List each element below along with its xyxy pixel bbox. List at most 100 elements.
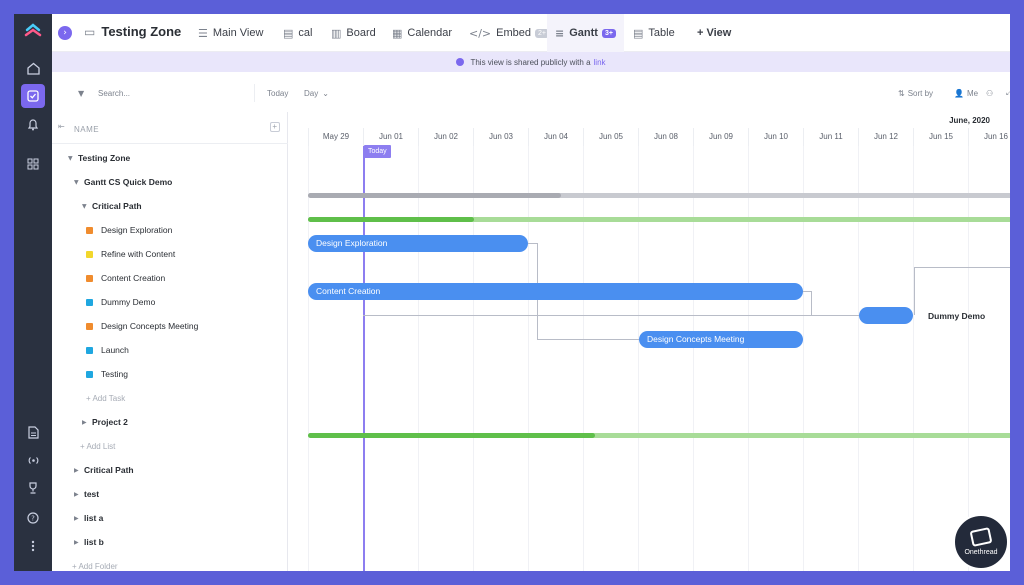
space-title[interactable]: ▭ Testing Zone xyxy=(84,24,181,39)
status-indicator[interactable] xyxy=(86,250,93,258)
shared-banner: This view is shared publicly with a link xyxy=(52,52,1010,72)
broadcast-icon[interactable] xyxy=(21,448,45,472)
grid-line xyxy=(638,146,639,571)
tasks-icon[interactable] xyxy=(21,84,45,108)
gantt-bar-content-creation[interactable]: Content Creation xyxy=(308,283,803,300)
share-link[interactable]: link xyxy=(594,58,606,67)
status-indicator[interactable] xyxy=(86,298,93,306)
caret-right-icon[interactable]: ▶ xyxy=(74,515,84,522)
name-column-header: ⇤ NAME + xyxy=(52,112,288,144)
list-row[interactable]: ▶ list b xyxy=(52,530,288,554)
tab-main-view[interactable]: ☰ Main View xyxy=(198,14,263,52)
gantt-toolbar: ▼ Search... Today Day ⌄ ⇅ Sort by 👤 Me ⚇… xyxy=(52,72,1010,112)
status-indicator[interactable] xyxy=(86,226,93,234)
fullscreen-button[interactable]: ⤢ xyxy=(1006,84,1010,102)
task-row[interactable]: Dummy Demo xyxy=(52,290,288,314)
assignees-button[interactable]: ⚇ xyxy=(986,84,996,102)
collapse-icon[interactable]: ⇤ xyxy=(58,122,65,131)
day-label: Jun 10 xyxy=(748,128,803,146)
grid-line xyxy=(748,146,749,571)
globe-icon xyxy=(456,58,465,66)
day-label: Jun 01 xyxy=(363,128,418,146)
folder-row[interactable]: ▼ Testing Zone xyxy=(52,146,288,170)
task-row[interactable]: Refine with Content xyxy=(52,242,288,266)
task-row[interactable]: Design Concepts Meeting xyxy=(52,314,288,338)
tab-cal[interactable]: ▤ cal xyxy=(283,14,312,52)
status-indicator[interactable] xyxy=(86,274,93,282)
svg-text:?: ? xyxy=(31,515,35,523)
caret-right-icon[interactable]: ▶ xyxy=(74,467,84,474)
day-header: s May 29 Jun 01 Jun 02 Jun 03 Jun 04 Jun… xyxy=(288,128,1010,146)
trophy-icon[interactable] xyxy=(21,476,45,500)
grid-line xyxy=(528,146,529,571)
board-icon: ▥ xyxy=(331,26,342,40)
list-row[interactable]: ▼ Gantt CS Quick Demo xyxy=(52,170,288,194)
search-input[interactable]: Search... xyxy=(98,84,130,102)
gantt-bar-design-exploration[interactable]: Design Exploration xyxy=(308,235,528,252)
gantt-timeline[interactable]: June, 2020 s May 29 Jun 01 Jun 02 Jun 03… xyxy=(288,112,1010,571)
gantt-bar-design-concepts-meeting[interactable]: Design Concepts Meeting xyxy=(639,331,803,348)
more-icon[interactable] xyxy=(21,534,45,558)
grid-line xyxy=(968,146,969,571)
tab-gantt[interactable]: ≡ Gantt 3+ xyxy=(547,14,624,52)
onethread-logo-icon xyxy=(969,526,993,547)
tab-embed[interactable]: </> Embed 2+ xyxy=(469,14,549,52)
expand-sidebar-icon[interactable]: › xyxy=(58,26,72,40)
app-window: ? › ▭ Testing Zone ☰ Main View ▤ cal ▥ B… xyxy=(14,14,1010,571)
add-list-button[interactable]: + Add List xyxy=(52,434,288,458)
help-icon[interactable]: ? xyxy=(21,506,45,530)
home-icon[interactable] xyxy=(21,56,45,80)
bell-icon[interactable] xyxy=(21,112,45,136)
user-icon: 👤 xyxy=(954,88,964,98)
add-folder-button[interactable]: + Add Folder xyxy=(52,554,288,571)
caret-right-icon[interactable]: ▶ xyxy=(74,539,84,546)
gantt-bar-dummy-demo[interactable] xyxy=(859,307,913,324)
dependency-line xyxy=(811,291,812,315)
people-icon: ⚇ xyxy=(986,88,994,98)
list-row[interactable]: ▶ Critical Path xyxy=(52,458,288,482)
group-row[interactable]: ▶ Project 2 xyxy=(52,410,288,434)
chevron-down-icon: ⌄ xyxy=(322,88,329,98)
me-filter-button[interactable]: 👤 Me xyxy=(954,84,978,102)
tab-table[interactable]: ▤ Table xyxy=(633,14,675,52)
code-icon: </> xyxy=(469,26,492,40)
caret-down-icon[interactable]: ▼ xyxy=(82,203,92,210)
today-button[interactable]: Today xyxy=(254,84,288,102)
caret-right-icon[interactable]: ▶ xyxy=(74,491,84,498)
status-indicator[interactable] xyxy=(86,370,93,378)
task-row[interactable]: Content Creation xyxy=(52,266,288,290)
filter-button[interactable]: ▼ xyxy=(78,84,87,102)
list-row[interactable]: ▶ list a xyxy=(52,506,288,530)
status-indicator[interactable] xyxy=(86,346,93,354)
tab-calendar[interactable]: ▦ Calendar xyxy=(392,14,452,52)
grid-line xyxy=(418,146,419,571)
add-task-button[interactable]: + Add Task xyxy=(52,386,288,410)
task-row[interactable]: Launch xyxy=(52,338,288,362)
doc-icon[interactable] xyxy=(21,420,45,444)
list-row[interactable]: ▶ test xyxy=(52,482,288,506)
caret-down-icon[interactable]: ▼ xyxy=(74,179,84,186)
caret-down-icon[interactable]: ▼ xyxy=(68,155,78,162)
sort-button[interactable]: ⇅ Sort by xyxy=(898,84,933,102)
tab-board[interactable]: ▥ Board xyxy=(331,14,376,52)
task-row[interactable]: Testing xyxy=(52,362,288,386)
summary-bar-progress xyxy=(308,217,474,222)
add-column-button[interactable]: + xyxy=(270,122,280,132)
add-view-button[interactable]: + View xyxy=(697,14,731,52)
stack-icon: ▤ xyxy=(283,26,294,40)
dashboard-icon[interactable] xyxy=(21,152,45,176)
dependency-line xyxy=(537,339,639,340)
gantt-count-badge: 3+ xyxy=(601,28,616,38)
day-label: Jun 02 xyxy=(418,128,473,146)
caret-right-icon[interactable]: ▶ xyxy=(82,419,92,426)
group-row[interactable]: ▼ Critical Path xyxy=(52,194,288,218)
filter-icon: ▼ xyxy=(78,88,85,98)
task-row[interactable]: Design Exploration xyxy=(52,218,288,242)
day-label: Jun 12 xyxy=(858,128,913,146)
status-indicator[interactable] xyxy=(86,322,93,330)
grid-line xyxy=(803,146,804,571)
timescale-select[interactable]: Day ⌄ xyxy=(304,84,329,102)
logo-icon[interactable] xyxy=(21,20,45,44)
day-label: Jun 16 xyxy=(968,128,1010,146)
grid-line xyxy=(583,146,584,571)
